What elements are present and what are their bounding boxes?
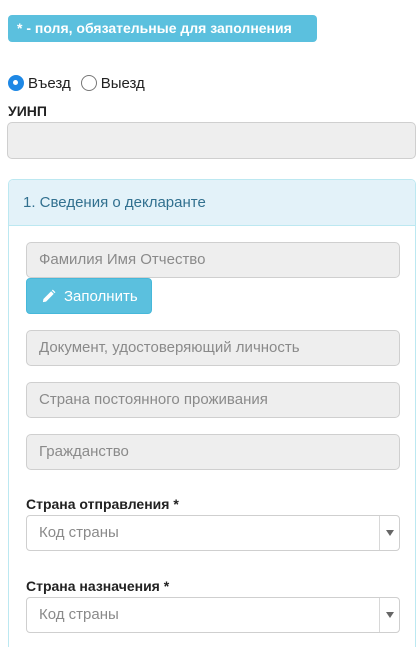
pencil-icon xyxy=(42,289,56,302)
citizenship-input[interactable]: Гражданство xyxy=(26,434,400,470)
caret-down-icon xyxy=(385,612,394,618)
radio-exit-circle[interactable] xyxy=(80,75,97,91)
departure-country-label: Страна отправления * xyxy=(26,496,179,512)
destination-country-label: Страна назначения * xyxy=(26,578,170,594)
radio-exit-label: Выезд xyxy=(100,74,145,92)
uinp-input[interactable] xyxy=(7,122,416,159)
radio-exit[interactable]: Выезд xyxy=(80,74,145,92)
direction-radio-group: Въезд Выезд xyxy=(8,73,155,93)
destination-country-select[interactable]: Код страны xyxy=(26,597,400,633)
caret-down-icon xyxy=(385,530,394,536)
radio-entry[interactable]: Въезд xyxy=(8,75,71,92)
residence-country-input[interactable]: Страна постоянного проживания xyxy=(26,382,400,418)
fill-button[interactable]: Заполнить xyxy=(26,278,152,314)
departure-country-arrow[interactable] xyxy=(379,516,399,550)
identity-document-input[interactable]: Документ, удостоверяющий личность xyxy=(26,330,400,366)
departure-country-select[interactable]: Код страны xyxy=(26,515,400,551)
declarant-panel-title[interactable]: 1. Сведения о декларанте xyxy=(9,180,415,226)
uinp-label: УИНП xyxy=(8,103,47,119)
radio-entry-circle[interactable] xyxy=(8,75,24,91)
declarant-panel: 1. Сведения о декларанте Фамилия Имя Отч… xyxy=(8,179,416,647)
destination-country-arrow[interactable] xyxy=(379,598,399,632)
destination-country-value: Код страны xyxy=(39,606,119,623)
departure-country-value: Код страны xyxy=(39,524,119,541)
full-name-input[interactable]: Фамилия Имя Отчество xyxy=(26,242,400,278)
fill-button-label: Заполнить xyxy=(64,287,138,305)
required-fields-note: * - поля, обязательные для заполнения xyxy=(8,15,317,42)
radio-entry-label: Въезд xyxy=(28,74,71,92)
